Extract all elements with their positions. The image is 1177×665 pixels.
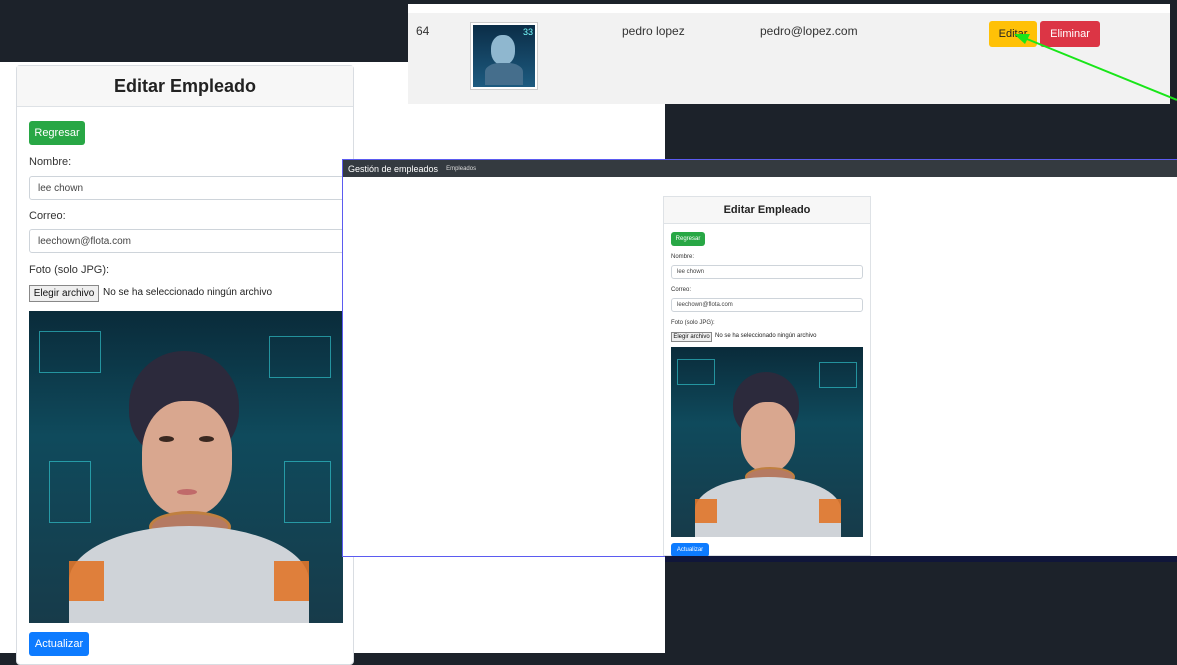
annotation-arrow-icon [1014,34,1177,101]
